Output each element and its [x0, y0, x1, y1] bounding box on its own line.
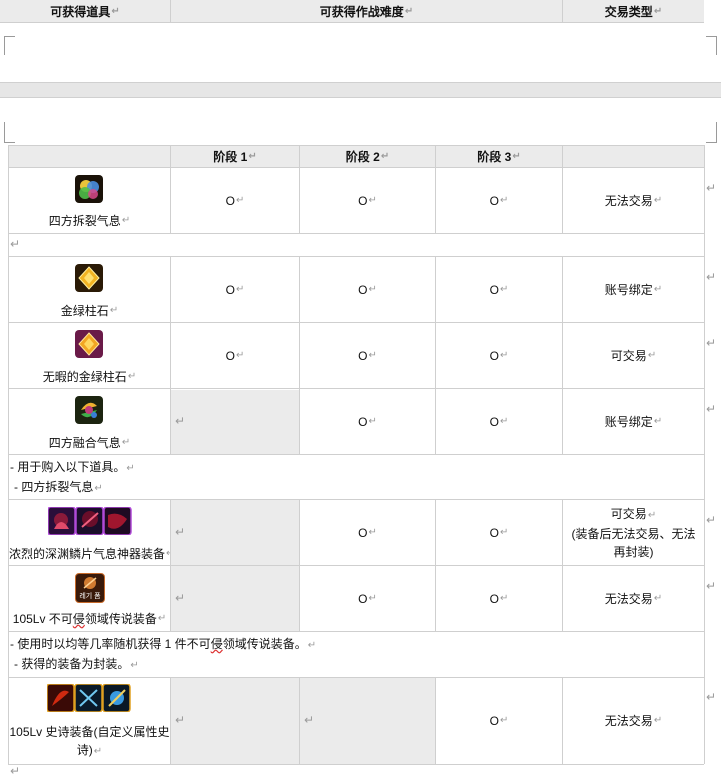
empty-cell	[171, 566, 299, 631]
page-break-gap	[0, 82, 721, 98]
stage2-cell: O ↵	[358, 282, 377, 297]
header-trade-type-label: 交易类型	[604, 4, 653, 19]
flawless-chrysoberyl-icon	[75, 330, 103, 358]
empty-cell	[300, 678, 435, 764]
abyss-scale-artifact-icons	[47, 506, 132, 536]
stage3-cell: O ↵	[489, 282, 509, 297]
trade-type-cell: 可交易↵ (装备后无法交易、无法 再封装)	[571, 506, 696, 559]
header-items: 可获得道具 ↵	[0, 0, 170, 22]
empty-cell	[171, 500, 299, 565]
crop-mark	[4, 122, 15, 143]
stage2-cell: O ↵	[358, 525, 377, 540]
item-name: 金绿柱石 ↵	[60, 304, 119, 318]
crop-mark	[706, 122, 717, 143]
item-name: 四方融合气息 ↵	[48, 436, 131, 450]
trade-type-cell: 账号绑定 ↵	[604, 282, 663, 297]
stage3-cell: O ↵	[489, 193, 509, 208]
stage1-cell: O ↵	[225, 348, 245, 363]
stage2-cell: O ↵	[358, 591, 377, 606]
header-stage-1: 阶段 1 ↵	[213, 149, 257, 164]
stage3-cell: O ↵	[489, 414, 509, 429]
stage2-cell: O ↵	[358, 348, 377, 363]
note-line: - 四方拆裂气息↵	[14, 480, 103, 494]
item-name: 无暇的金绿柱石 ↵	[42, 370, 137, 384]
header-stage-3: 阶段 3 ↵	[477, 149, 521, 164]
header-trade-type: 交易类型 ↵	[563, 0, 704, 22]
epic-equipment-icons	[46, 683, 131, 713]
note-line: - 获得的装备为封装。↵	[14, 657, 139, 671]
empty-cell	[171, 678, 299, 764]
stage2-cell: O ↵	[358, 193, 377, 208]
trade-type-cell: 账号绑定 ↵	[604, 414, 663, 429]
trade-type-cell: 无法交易 ↵	[604, 714, 663, 728]
empty-cell	[171, 390, 299, 454]
header-items-label: 可获得道具	[50, 4, 111, 19]
crop-mark	[706, 36, 717, 55]
chrysoberyl-icon	[75, 264, 103, 292]
four-way-split-aura-icon	[75, 175, 103, 203]
trade-type-cell: 无法交易 ↵	[604, 193, 663, 208]
stage1-cell: O ↵	[225, 193, 245, 208]
note-line: - 用于购入以下道具。↵	[10, 460, 135, 474]
header-difficulty: 可获得作战难度 ↵	[171, 0, 562, 22]
item-name: 105Lv 史诗装备(自定义属性史 诗)↵	[9, 725, 170, 757]
stage1-cell: O ↵	[225, 282, 245, 297]
trade-type-cell: 可交易 ↵	[610, 348, 657, 363]
trade-type-cell: 无法交易 ↵	[604, 591, 663, 606]
paragraph-mark: ↵	[10, 237, 21, 251]
legendary-equipment-icon: 레기 폼	[75, 573, 105, 603]
item-name: 105Lv 不可侵领域传说装备 ↵	[12, 612, 167, 626]
note-line: - 使用时以均等几率随机获得 1 件不可侵领域传说装备。↵	[10, 637, 317, 651]
four-way-fusion-aura-icon	[75, 396, 103, 424]
item-name: 四方拆裂气息 ↵	[48, 214, 131, 228]
stage2-cell: O ↵	[358, 414, 377, 429]
item-name: 浓烈的深渊鳞片气息神器装备↵	[9, 547, 170, 561]
stage3-cell: O ↵	[489, 525, 509, 540]
stage3-cell: O ↵	[489, 348, 509, 363]
header-difficulty-label: 可获得作战难度	[319, 4, 404, 19]
stage3-cell: O ↵	[489, 714, 509, 728]
stage3-cell: O ↵	[489, 591, 509, 606]
header-stage-2: 阶段 2 ↵	[345, 149, 390, 164]
crop-mark	[4, 36, 15, 55]
